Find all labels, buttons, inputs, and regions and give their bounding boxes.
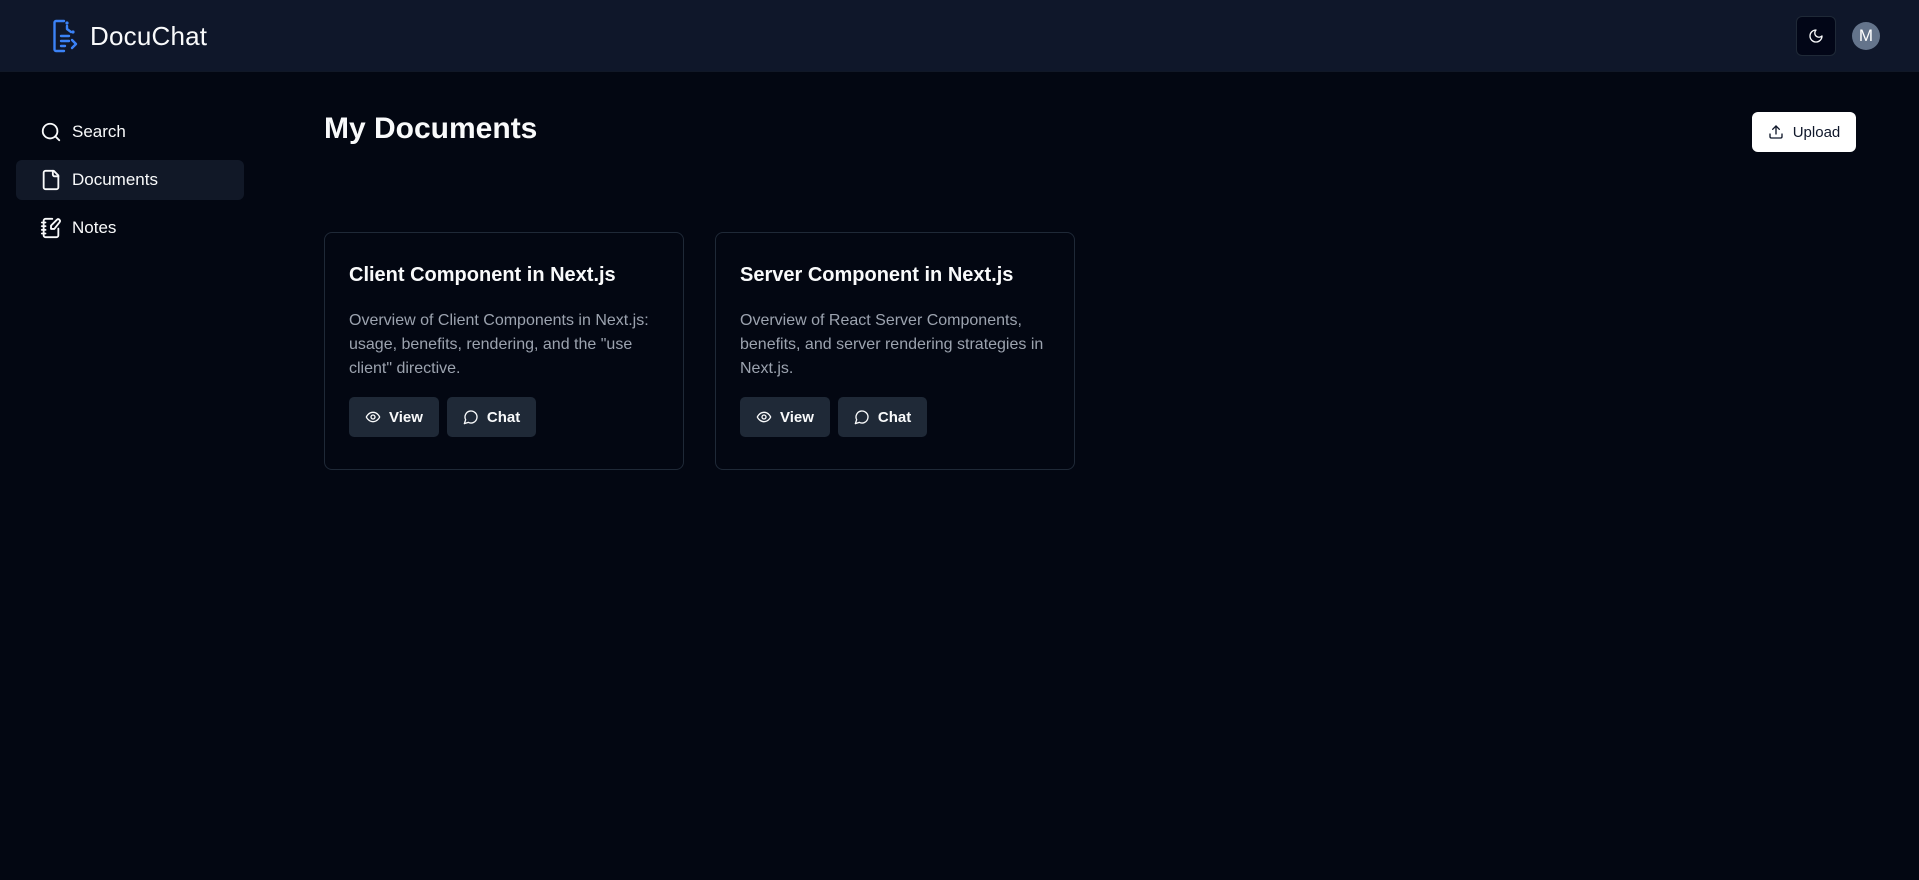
document-list-icon [53,19,78,53]
view-button-label: View [389,408,423,426]
theme-toggle-button[interactable] [1796,16,1836,56]
sidebar-item-notes[interactable]: Notes [16,208,244,248]
view-button[interactable]: View [740,397,830,437]
upload-icon [1769,125,1783,139]
notebook-pen-icon [40,217,61,239]
chat-button[interactable]: Chat [837,397,928,437]
user-avatar[interactable]: M [1852,22,1880,50]
document-description: Overview of Client Components in Next.js… [349,312,649,377]
sidebar-item-label: Search [72,122,126,141]
avatar-initial: M [1858,26,1874,45]
page-title: My Documents [324,112,538,145]
moon-icon [1809,29,1823,43]
upload-button-label: Upload [1792,123,1841,141]
chat-button-label: Chat [877,408,912,426]
chat-button[interactable]: Chat [446,397,537,437]
message-circle-icon [463,410,478,425]
brand-logo-link[interactable]: DocuChat [52,18,207,54]
view-button-label: View [780,408,814,426]
search-icon [41,122,61,142]
document-title: Server Component in Next.js [740,264,1014,286]
chat-button-label: Chat [486,408,521,426]
eye-icon [365,411,381,423]
eye-icon [756,411,772,423]
sidebar: Search Documents Notes [0,72,260,880]
top-bar: DocuChat M [0,0,1919,72]
sidebar-item-label: Documents [72,170,158,189]
sidebar-item-documents[interactable]: Documents [16,160,244,200]
view-button[interactable]: View [349,397,439,437]
document-actions: View Chat [349,397,659,437]
file-icon [42,169,60,191]
document-actions: View Chat [740,397,1050,437]
brand-name: DocuChat [90,20,208,51]
message-circle-icon [854,410,869,425]
upload-button[interactable]: Upload [1752,112,1856,152]
sidebar-item-label: Notes [72,218,117,237]
document-title: Client Component in Next.js [349,264,616,286]
document-card: Client Component in Next.js Overview of … [324,232,684,470]
document-description: Overview of React Server Components, ben… [740,312,1044,377]
document-card: Server Component in Next.js Overview of … [715,232,1075,470]
sidebar-item-search[interactable]: Search [16,112,244,152]
